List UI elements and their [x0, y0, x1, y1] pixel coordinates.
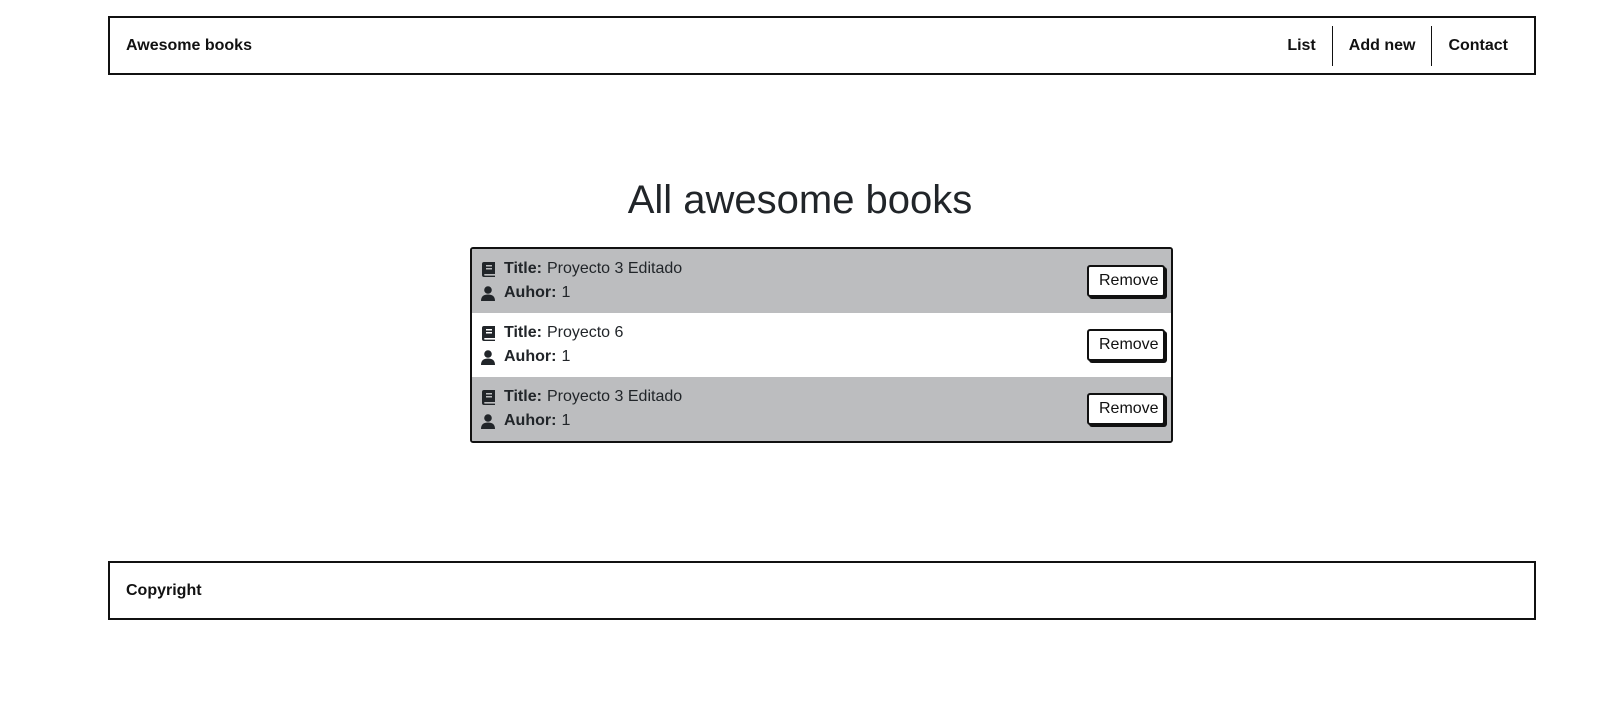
book-icon: [480, 325, 496, 341]
brand-logo[interactable]: Awesome books: [126, 37, 252, 55]
book-author: 1: [561, 412, 571, 429]
nav-links: List Add new Contact: [1271, 18, 1524, 73]
user-icon: [480, 285, 496, 301]
copyright-text: Copyright: [126, 581, 202, 599]
book-row: Title: Proyecto 3 Editado Auhor: 1 Remov…: [472, 249, 1171, 313]
book-info: Title: Proyecto 6 Auhor: 1: [480, 323, 623, 367]
user-icon: [480, 413, 496, 429]
book-info: Title: Proyecto 3 Editado Auhor: 1: [480, 259, 682, 303]
nav-link-add-new[interactable]: Add new: [1333, 26, 1432, 66]
title-label: Title:: [504, 388, 542, 405]
book-title: Proyecto 6: [546, 324, 624, 341]
nav-link-contact[interactable]: Contact: [1432, 26, 1524, 66]
book-title-line: Title: Proyecto 6: [480, 323, 623, 343]
book-info: Title: Proyecto 3 Editado Auhor: 1: [480, 387, 682, 431]
nav-link-list[interactable]: List: [1271, 26, 1331, 66]
user-icon: [480, 349, 496, 365]
book-author: 1: [561, 348, 571, 365]
book-title: Proyecto 3 Editado: [546, 260, 683, 277]
remove-button[interactable]: Remove: [1087, 393, 1165, 425]
author-label: Auhor:: [504, 284, 557, 301]
navbar: Awesome books List Add new Contact: [108, 16, 1536, 75]
book-author-line: Auhor: 1: [480, 347, 623, 367]
book-author-line: Auhor: 1: [480, 411, 682, 431]
author-label: Auhor:: [504, 412, 557, 429]
title-label: Title:: [504, 260, 542, 277]
book-title: Proyecto 3 Editado: [546, 388, 683, 405]
remove-button[interactable]: Remove: [1087, 329, 1165, 361]
remove-button[interactable]: Remove: [1087, 265, 1165, 297]
author-label: Auhor:: [504, 348, 557, 365]
book-author-line: Auhor: 1: [480, 283, 682, 303]
book-icon: [480, 389, 496, 405]
title-label: Title:: [504, 324, 542, 341]
book-row: Title: Proyecto 6 Auhor: 1 Remove: [472, 313, 1171, 377]
book-title-line: Title: Proyecto 3 Editado: [480, 259, 682, 279]
book-icon: [480, 261, 496, 277]
book-title-line: Title: Proyecto 3 Editado: [480, 387, 682, 407]
page-title: All awesome books: [627, 178, 973, 222]
book-list: Title: Proyecto 3 Editado Auhor: 1 Remov…: [470, 247, 1173, 443]
book-author: 1: [561, 284, 571, 301]
footer: Copyright: [108, 561, 1536, 620]
book-row: Title: Proyecto 3 Editado Auhor: 1 Remov…: [472, 377, 1171, 441]
